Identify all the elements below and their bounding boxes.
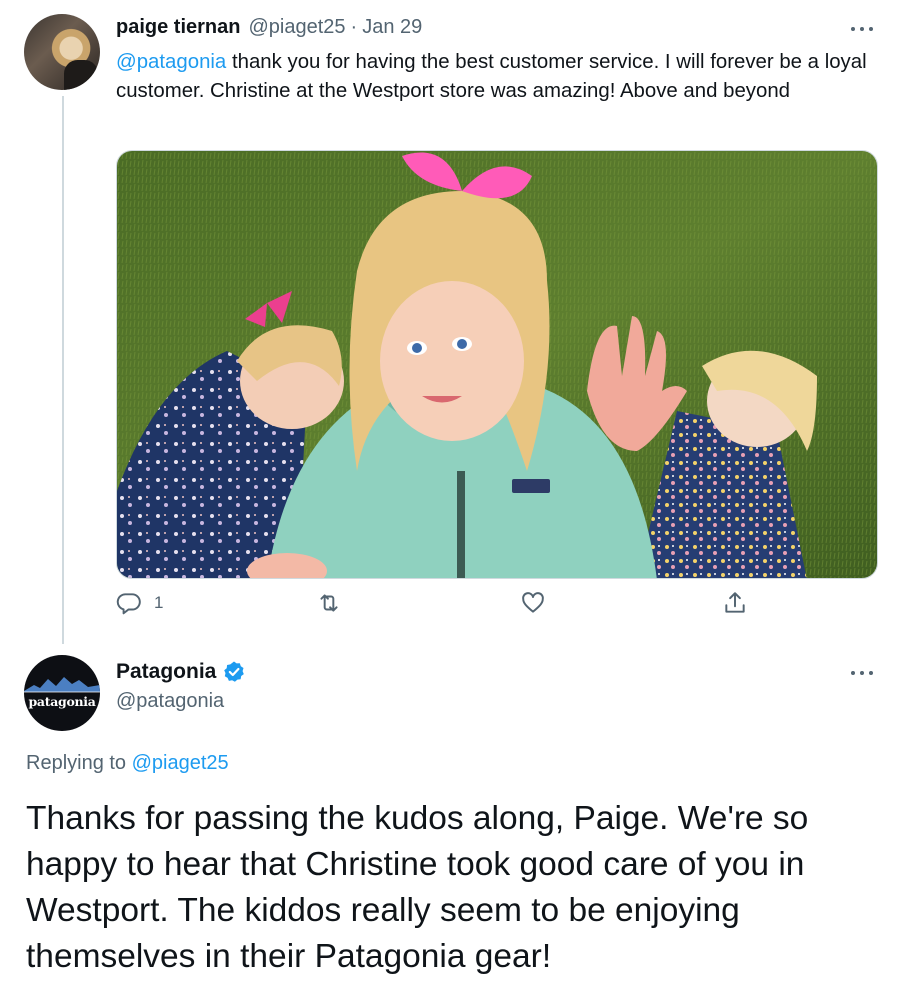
tweet2-author: Patagonia [116, 660, 246, 684]
replying-to: Replying to @piaget25 [26, 752, 229, 775]
tweet1-header: paige tiernan @piaget25 · Jan 29 [116, 16, 422, 46]
author-handle[interactable]: @piaget25 [248, 16, 345, 39]
verified-badge-icon [224, 661, 245, 682]
tweet1-text: @patagonia thank you for having the best… [116, 48, 886, 106]
avatar-paige[interactable] [24, 14, 100, 90]
reply-button[interactable]: 1 [116, 590, 163, 616]
more-icon[interactable] [851, 24, 873, 34]
reply-icon [116, 593, 141, 615]
tweet-photo[interactable] [116, 150, 878, 579]
tweet1-body-text: thank you for having the best customer s… [116, 51, 867, 102]
patagonia-logo-icon [24, 677, 100, 693]
tweet2-text: Thanks for passing the kudos along, Paig… [26, 800, 809, 975]
separator: · [350, 16, 358, 38]
share-button[interactable] [722, 590, 748, 616]
author-name[interactable]: Patagonia [116, 660, 216, 684]
tweet1-action-bar: 1 [116, 590, 796, 626]
share-icon [725, 592, 745, 613]
retweet-button[interactable] [316, 590, 342, 616]
replying-prefix: Replying to [26, 752, 132, 774]
author-handle[interactable]: @patagonia [116, 690, 224, 713]
replying-handle-link[interactable]: @piaget25 [132, 752, 229, 774]
tweet-date[interactable]: Jan 29 [362, 16, 422, 39]
patagonia-logo-text: patagonia [28, 694, 96, 709]
avatar-figure [64, 60, 98, 90]
author-name[interactable]: paige tiernan [116, 16, 240, 39]
retweet-icon [320, 594, 338, 612]
mention-link[interactable]: @patagonia [116, 51, 226, 73]
photo-kids-on-grass [117, 151, 877, 578]
more-icon[interactable] [851, 668, 873, 678]
like-button[interactable] [520, 590, 546, 616]
reply-count: 1 [154, 593, 164, 612]
avatar-patagonia[interactable]: patagonia [24, 655, 100, 731]
heart-icon [522, 592, 544, 613]
thread-connector-line [62, 96, 64, 644]
